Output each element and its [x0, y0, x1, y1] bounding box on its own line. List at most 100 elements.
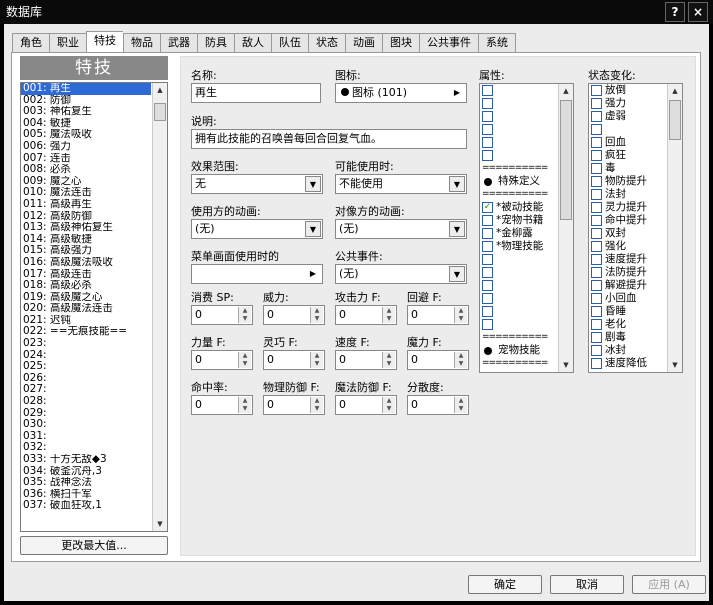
- skill-list-item[interactable]: 031:: [21, 431, 151, 443]
- icon-picker-icon[interactable]: ▶: [449, 85, 465, 101]
- skill-list-item[interactable]: 020: 高级魔法连击: [21, 303, 151, 315]
- state-checkbox[interactable]: [591, 228, 602, 239]
- attributes-list[interactable]: ========== 特殊定义 ========== ✓ *被动技能 *宠物书籍 *金柳露 *…: [479, 83, 574, 373]
- attribute-checkbox[interactable]: [482, 254, 493, 265]
- skill-list-item[interactable]: 024:: [21, 350, 151, 362]
- cancel-button[interactable]: 取消: [550, 575, 624, 594]
- tab-10[interactable]: 图块: [382, 33, 419, 52]
- skill-list-item[interactable]: 004: 敏捷: [21, 118, 151, 130]
- spin-input[interactable]: 0 ▲ ▼: [335, 305, 397, 325]
- skill-list-item[interactable]: 028:: [21, 396, 151, 408]
- skill-list-item[interactable]: 029:: [21, 408, 151, 420]
- state-checkbox[interactable]: [591, 306, 602, 317]
- spin-up-icon[interactable]: ▲: [239, 307, 251, 315]
- skill-list-item[interactable]: 032:: [21, 442, 151, 454]
- spin-down-icon[interactable]: ▼: [311, 405, 323, 413]
- scroll-down-icon[interactable]: ▼: [153, 517, 167, 531]
- state-checkbox[interactable]: [591, 241, 602, 252]
- spin-input[interactable]: 0 ▲ ▼: [335, 395, 397, 415]
- spin-up-icon[interactable]: ▲: [383, 352, 395, 360]
- scroll-down-icon[interactable]: ▼: [668, 358, 682, 372]
- states-list[interactable]: 放倒 强力 虚弱 回血 疯狂毒物防提升 法封 灵力提升 命中提升 双封 强化 速度提升 法防提升 解避提…: [588, 83, 683, 373]
- skill-list-item[interactable]: 003: 神佑复生: [21, 106, 151, 118]
- tab-0[interactable]: 角色: [12, 33, 49, 52]
- scroll-thumb[interactable]: [560, 100, 572, 220]
- skill-list-item[interactable]: 023:: [21, 338, 151, 350]
- spin-up-icon[interactable]: ▲: [455, 307, 467, 315]
- state-checkbox[interactable]: [591, 267, 602, 278]
- spin-down-icon[interactable]: ▼: [239, 405, 251, 413]
- state-checkbox[interactable]: [591, 332, 602, 343]
- attribute-checkbox[interactable]: [482, 319, 493, 330]
- skill-list-item[interactable]: 002: 防御: [21, 95, 151, 107]
- spin-input[interactable]: 0 ▲ ▼: [191, 395, 253, 415]
- spin-up-icon[interactable]: ▲: [311, 307, 323, 315]
- scroll-up-icon[interactable]: ▲: [668, 84, 682, 98]
- help-button[interactable]: ?: [665, 2, 685, 22]
- state-checkbox[interactable]: [591, 137, 602, 148]
- common-event-select[interactable]: (无) ▼: [335, 264, 467, 284]
- skill-list[interactable]: 001: 再生 002: 防御 003: 神佑复生 004: 敏捷 005: 魔法吸收 0…: [20, 82, 168, 532]
- attribute-checkbox[interactable]: [482, 98, 493, 109]
- state-checkbox[interactable]: [591, 163, 602, 174]
- spin-input[interactable]: 0 ▲ ▼: [263, 395, 325, 415]
- spin-input[interactable]: 0 ▲ ▼: [407, 395, 469, 415]
- skill-list-item[interactable]: 001: 再生: [21, 83, 151, 95]
- spin-down-icon[interactable]: ▼: [239, 360, 251, 368]
- state-checkbox[interactable]: [591, 176, 602, 187]
- skill-list-item[interactable]: 025:: [21, 361, 151, 373]
- scroll-up-icon[interactable]: ▲: [153, 83, 167, 97]
- spin-buttons[interactable]: ▲ ▼: [382, 397, 395, 413]
- skill-list-item[interactable]: 037: 破血狂攻,1: [21, 500, 151, 512]
- tab-6[interactable]: 敌人: [234, 33, 271, 52]
- menu-se-picker-icon[interactable]: ▶: [305, 266, 321, 282]
- attribute-checkbox[interactable]: [482, 150, 493, 161]
- states-scrollbar[interactable]: ▲ ▼: [667, 84, 682, 372]
- tab-12[interactable]: 系统: [478, 33, 516, 52]
- attribute-checkbox[interactable]: [482, 215, 493, 226]
- scroll-up-icon[interactable]: ▲: [559, 84, 573, 98]
- tab-11[interactable]: 公共事件: [419, 33, 478, 52]
- skill-list-item[interactable]: 013: 高级神佑复生: [21, 222, 151, 234]
- occasion-select[interactable]: 不能使用 ▼: [335, 174, 467, 194]
- spin-down-icon[interactable]: ▼: [383, 405, 395, 413]
- attribute-checkbox[interactable]: [482, 137, 493, 148]
- skill-list-item[interactable]: 019: 高级魔之心: [21, 292, 151, 304]
- spin-down-icon[interactable]: ▼: [311, 315, 323, 323]
- spin-up-icon[interactable]: ▲: [239, 397, 251, 405]
- spin-input[interactable]: 0 ▲ ▼: [407, 350, 469, 370]
- attribute-checkbox[interactable]: [482, 124, 493, 135]
- chevron-down-icon[interactable]: ▼: [305, 221, 321, 237]
- attribute-checkbox[interactable]: ✓: [482, 202, 493, 213]
- spin-down-icon[interactable]: ▼: [383, 315, 395, 323]
- tab-7[interactable]: 队伍: [271, 33, 308, 52]
- skill-list-item[interactable]: 006: 强力: [21, 141, 151, 153]
- skill-list-item[interactable]: 033: 十方无敌◆3: [21, 454, 151, 466]
- spin-down-icon[interactable]: ▼: [239, 315, 251, 323]
- state-checkbox[interactable]: [591, 150, 602, 161]
- spin-up-icon[interactable]: ▲: [455, 397, 467, 405]
- state-checkbox[interactable]: [591, 124, 602, 135]
- attribute-checkbox[interactable]: [482, 85, 493, 96]
- attribute-checkbox[interactable]: [482, 293, 493, 304]
- tab-5[interactable]: 防具: [197, 33, 234, 52]
- state-checkbox[interactable]: [591, 189, 602, 200]
- spin-buttons[interactable]: ▲ ▼: [238, 352, 251, 368]
- scope-select[interactable]: 无 ▼: [191, 174, 323, 194]
- skill-list-item[interactable]: 015: 高级强力: [21, 245, 151, 257]
- skill-list-item[interactable]: 011: 高级再生: [21, 199, 151, 211]
- skill-list-item[interactable]: 014: 高级敏捷: [21, 234, 151, 246]
- skill-list-item[interactable]: 005: 魔法吸收: [21, 129, 151, 141]
- spin-up-icon[interactable]: ▲: [383, 307, 395, 315]
- attributes-scrollbar[interactable]: ▲ ▼: [558, 84, 573, 372]
- apply-button[interactable]: 应用 (A): [632, 575, 706, 594]
- tab-9[interactable]: 动画: [345, 33, 382, 52]
- attribute-checkbox[interactable]: [482, 241, 493, 252]
- target-anim-select[interactable]: (无) ▼: [335, 219, 467, 239]
- skill-list-item[interactable]: 022: ==无痕技能==: [21, 326, 151, 338]
- spin-buttons[interactable]: ▲ ▼: [310, 307, 323, 323]
- tab-4[interactable]: 武器: [160, 33, 197, 52]
- spin-buttons[interactable]: ▲ ▼: [454, 352, 467, 368]
- state-checkbox[interactable]: [591, 202, 602, 213]
- spin-input[interactable]: 0 ▲ ▼: [191, 350, 253, 370]
